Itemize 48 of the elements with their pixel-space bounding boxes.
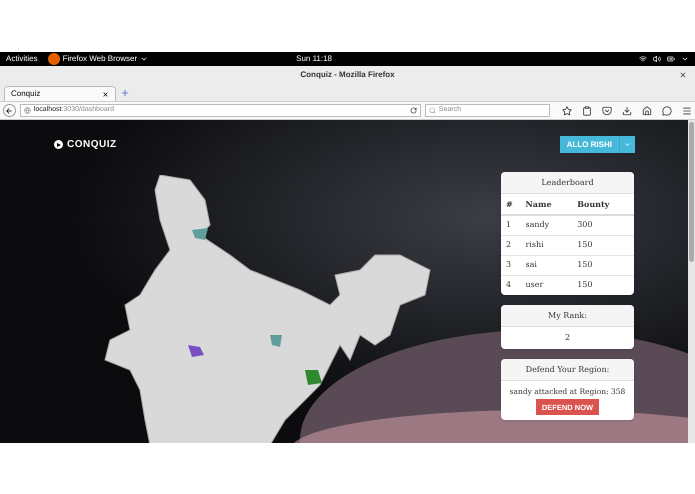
table-cell: 300 bbox=[572, 215, 634, 235]
table-cell: 2 bbox=[501, 235, 520, 255]
clock[interactable]: Sun 11:18 bbox=[296, 53, 332, 65]
app-menu[interactable]: Firefox Web Browser bbox=[62, 53, 138, 65]
volume-icon[interactable] bbox=[653, 55, 661, 63]
column-header: # bbox=[501, 194, 520, 215]
card-title: My Rank: bbox=[501, 305, 634, 327]
browser-tab[interactable]: Conquiz bbox=[4, 86, 116, 101]
rank-value: 2 bbox=[564, 332, 572, 344]
chat-icon[interactable] bbox=[662, 106, 672, 116]
table-cell: 150 bbox=[572, 235, 634, 255]
scrollbar[interactable] bbox=[688, 120, 695, 443]
table-cell: 1 bbox=[501, 215, 520, 235]
table-cell: 150 bbox=[572, 275, 634, 295]
card-title: Defend Your Region: bbox=[501, 359, 634, 381]
table-cell: 3 bbox=[501, 255, 520, 275]
close-icon[interactable] bbox=[102, 90, 109, 98]
app-logo[interactable]: CONQUIZ bbox=[54, 137, 117, 152]
bookmark-icon[interactable] bbox=[562, 106, 572, 116]
back-arrow-icon bbox=[5, 106, 14, 114]
table-cell: 4 bbox=[501, 275, 520, 295]
card-title: Leaderboard bbox=[501, 172, 634, 194]
column-header: Bounty bbox=[572, 194, 634, 215]
download-icon[interactable] bbox=[622, 106, 632, 116]
home-icon[interactable] bbox=[642, 106, 652, 116]
close-icon[interactable] bbox=[679, 71, 687, 79]
globe-icon bbox=[24, 107, 31, 114]
menu-icon[interactable] bbox=[682, 106, 692, 116]
new-tab-icon[interactable] bbox=[120, 88, 130, 98]
search-icon bbox=[428, 107, 436, 114]
clipboard-icon[interactable] bbox=[582, 106, 592, 116]
battery-icon[interactable] bbox=[667, 55, 675, 63]
caret-icon bbox=[140, 55, 148, 63]
wifi-icon[interactable] bbox=[639, 55, 647, 63]
browser-logo-icon bbox=[48, 53, 60, 65]
reload-icon[interactable] bbox=[410, 107, 417, 114]
table-cell: rishi bbox=[520, 235, 572, 255]
window-title: Conquiz - Mozilla Firefox bbox=[300, 69, 395, 81]
back-button[interactable] bbox=[3, 104, 16, 117]
activities-button[interactable]: Activities bbox=[6, 53, 38, 65]
table-cell: user bbox=[520, 275, 572, 295]
table-cell: 150 bbox=[572, 255, 634, 275]
pocket-icon[interactable] bbox=[602, 106, 612, 116]
caret-icon[interactable] bbox=[681, 55, 689, 63]
table-cell: sandy bbox=[520, 215, 572, 235]
table-cell: sai bbox=[520, 255, 572, 275]
caret-icon bbox=[624, 141, 631, 148]
column-header: Name bbox=[520, 194, 572, 215]
